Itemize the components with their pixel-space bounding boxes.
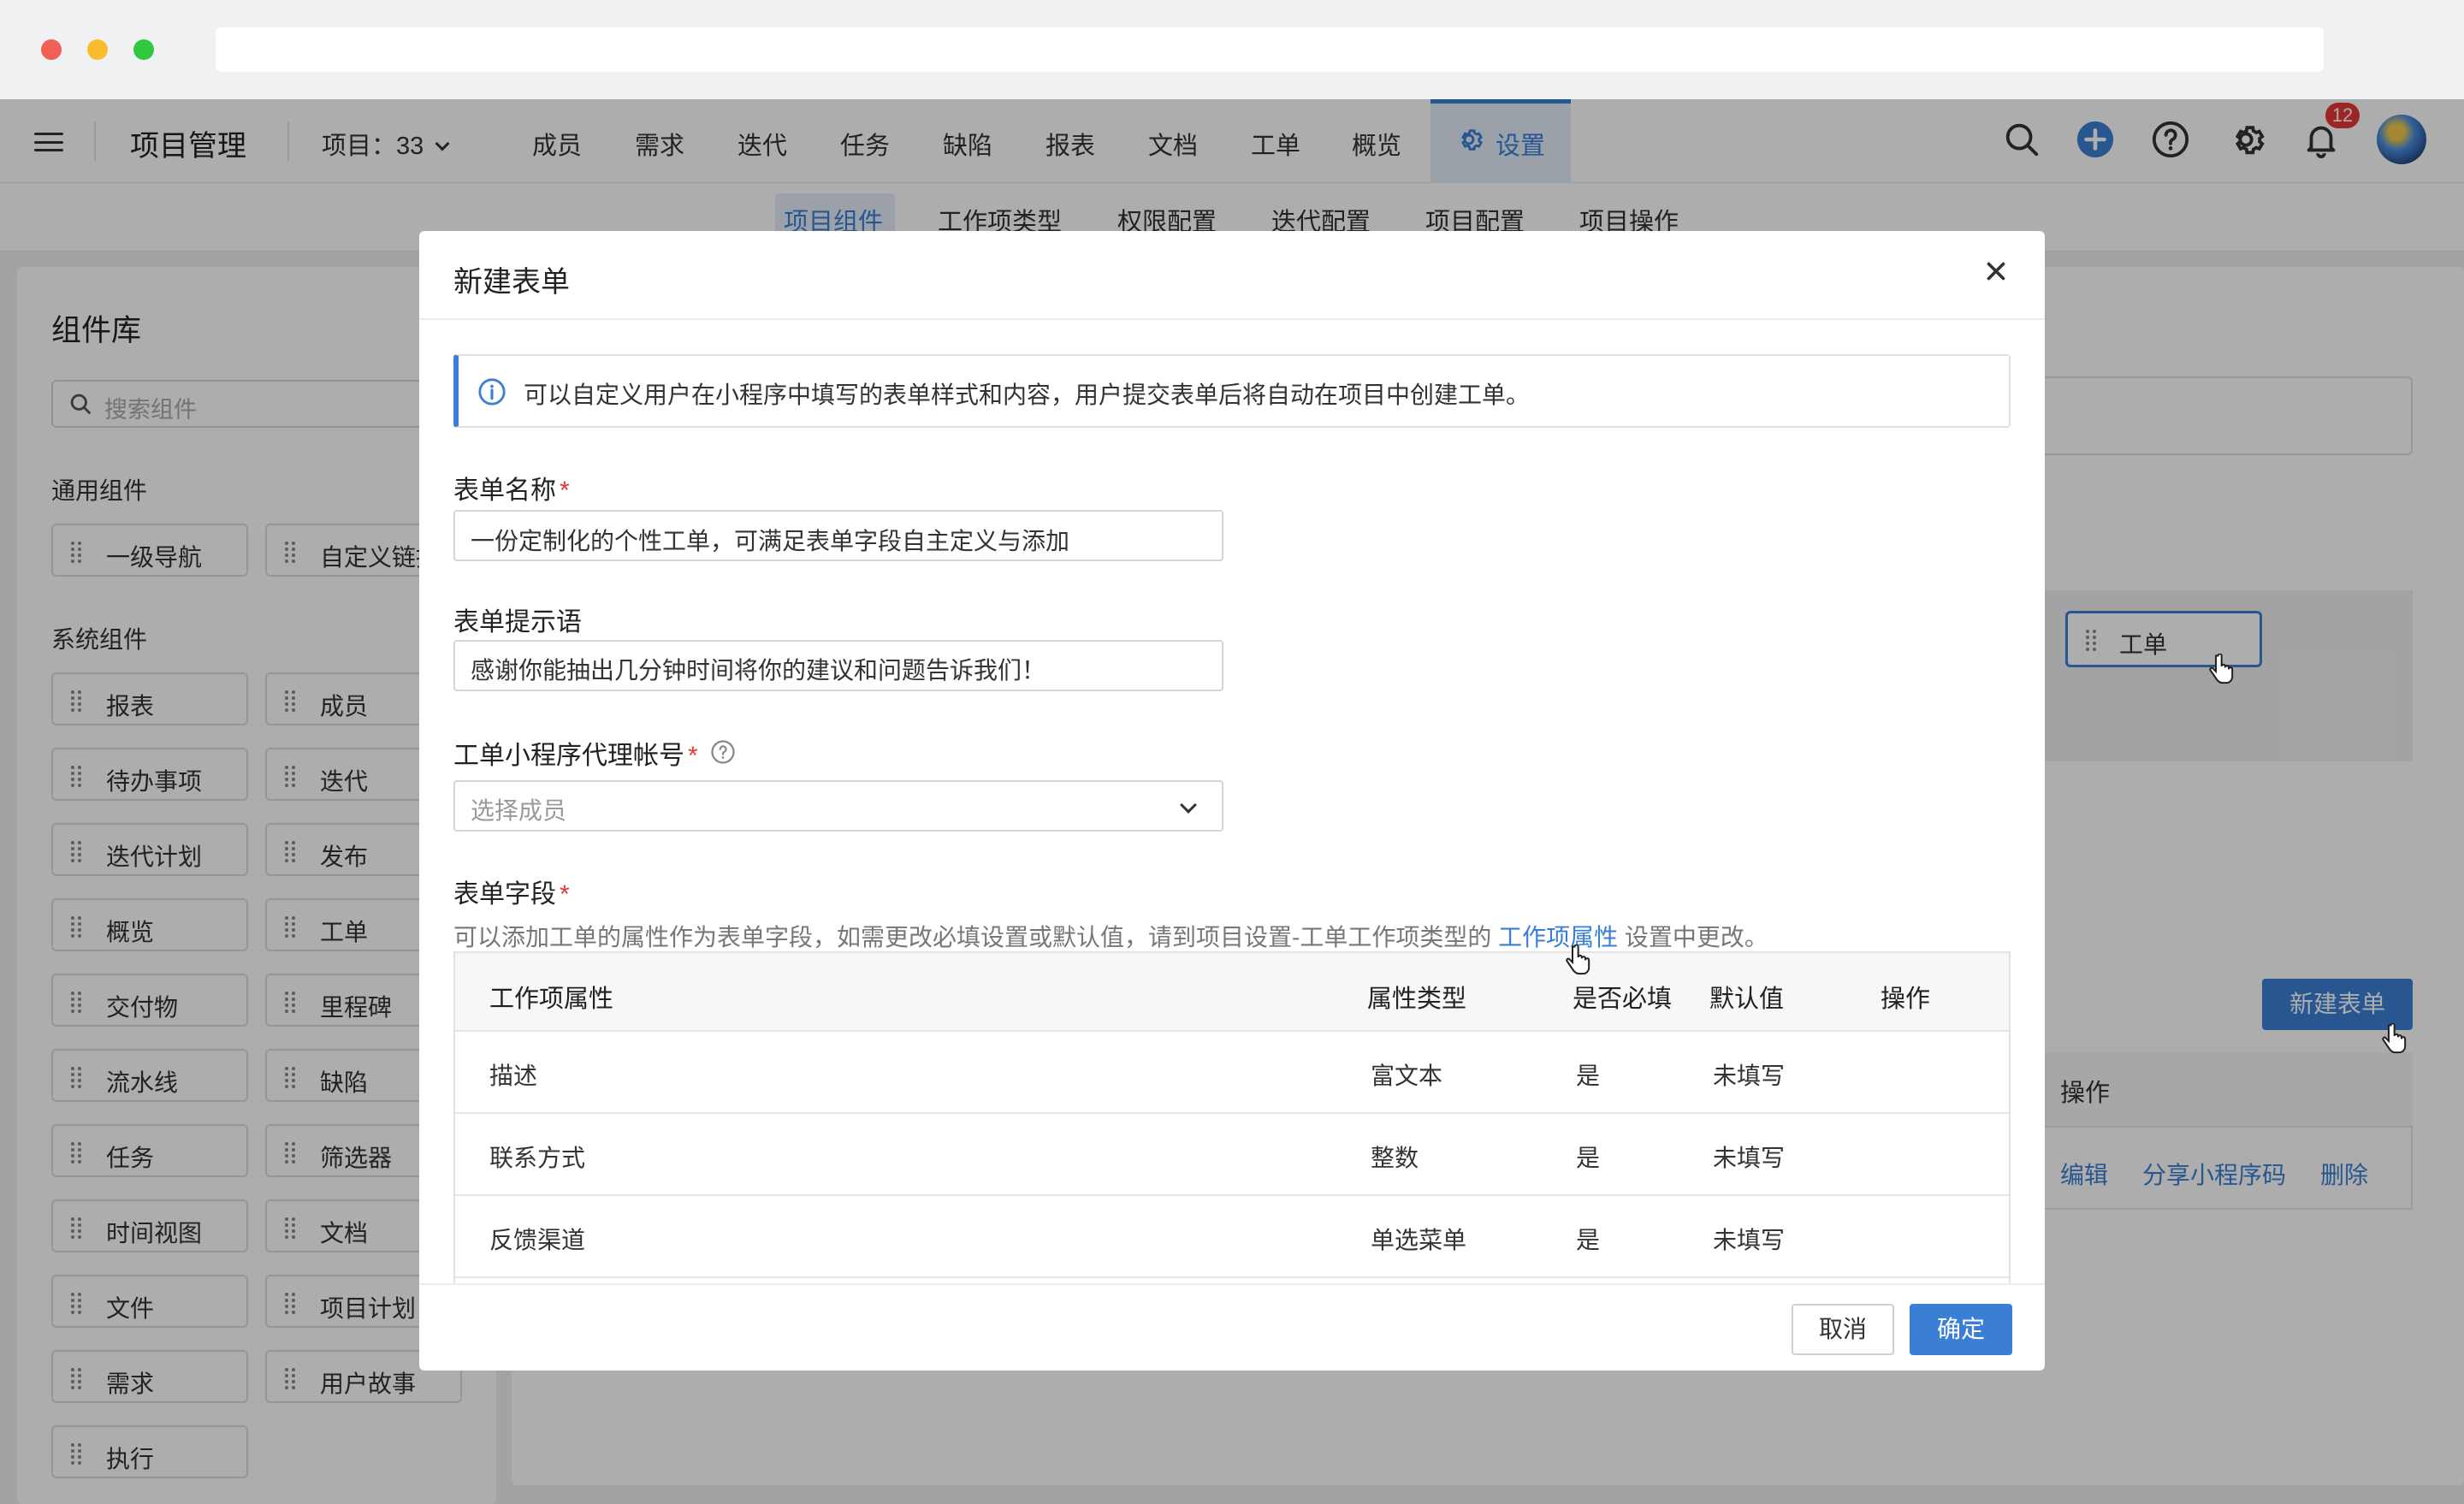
required-mark: * (688, 742, 698, 770)
work-item-attributes-link[interactable]: 工作项属性 (1498, 924, 1618, 950)
question-help-icon[interactable] (710, 739, 736, 765)
form-hint-value: 感谢你能抽出几分钟时间将你的建议和问题告诉我们！ (471, 657, 1046, 684)
fields-desc-text: 可以添加工单的属性作为表单字段，如需更改必填设置或默认值，请到项目设置-工单工作… (453, 924, 1492, 950)
table-cell: 反馈渠道 (489, 1227, 586, 1253)
table-cell: 是 (1576, 1227, 1601, 1253)
col-header-type: 属性类型 (1367, 986, 1467, 1013)
address-bar[interactable] (216, 27, 2324, 72)
agent-account-placeholder: 选择成员 (471, 797, 567, 824)
cancel-button[interactable]: 取消 (1792, 1304, 1894, 1355)
table-cell: 未填写 (1713, 1145, 1786, 1171)
table-cell: 描述 (489, 1063, 538, 1089)
hand-cursor-icon (1566, 944, 1590, 975)
table-row-divider (455, 1194, 2009, 1196)
col-header-attribute: 工作项属性 (489, 986, 614, 1013)
table-cell: 是 (1576, 1063, 1601, 1089)
table-cell: 整数 (1371, 1145, 1419, 1171)
modal-header-divider (419, 318, 2045, 320)
col-header-default: 默认值 (1709, 986, 1785, 1013)
form-fields-label-text: 表单字段 (453, 880, 556, 909)
hand-cursor-icon (2382, 1023, 2407, 1054)
modal-footer-divider (419, 1283, 2045, 1285)
table-cell: 单选菜单 (1371, 1227, 1467, 1253)
close-icon[interactable] (1981, 257, 2011, 286)
window-close-dot[interactable] (41, 39, 62, 60)
hand-cursor-icon (2209, 654, 2234, 684)
form-hint-label: 表单提示语 (453, 608, 582, 637)
table-cell: 是 (1576, 1145, 1601, 1171)
required-mark: * (560, 477, 570, 505)
modal-title: 新建表单 (453, 266, 570, 299)
agent-account-label: 工单小程序代理帐号 * (453, 734, 698, 772)
table-cell: 未填写 (1713, 1227, 1786, 1253)
required-mark: * (560, 880, 570, 909)
form-name-value: 一份定制化的个性工单，可满足表单字段自主定义与添加 (471, 528, 1070, 554)
info-icon (478, 378, 506, 406)
table-cell: 联系方式 (489, 1145, 586, 1171)
fields-desc-text-end: 设置中更改。 (1624, 924, 1768, 950)
agent-account-label-text: 工单小程序代理帐号 (453, 742, 684, 770)
form-name-label-text: 表单名称 (453, 477, 556, 505)
window-zoom-dot[interactable] (133, 39, 154, 60)
col-header-required: 是否必填 (1573, 986, 1673, 1013)
confirm-button[interactable]: 确定 (1910, 1304, 2012, 1355)
table-cell: 未填写 (1713, 1063, 1786, 1089)
window-minimize-dot[interactable] (87, 39, 108, 60)
table-row-divider (455, 1112, 2009, 1114)
agent-account-select[interactable] (453, 780, 1223, 832)
table-row-divider (455, 1276, 2009, 1278)
table-cell: 富文本 (1371, 1063, 1443, 1089)
form-fields-label: 表单字段 * (453, 873, 570, 910)
form-name-label: 表单名称 * (453, 469, 570, 506)
col-header-operation: 操作 (1881, 986, 1931, 1013)
info-alert-text: 可以自定义用户在小程序中填写的表单样式和内容，用户提交表单后将自动在项目中创建工… (524, 382, 1531, 408)
